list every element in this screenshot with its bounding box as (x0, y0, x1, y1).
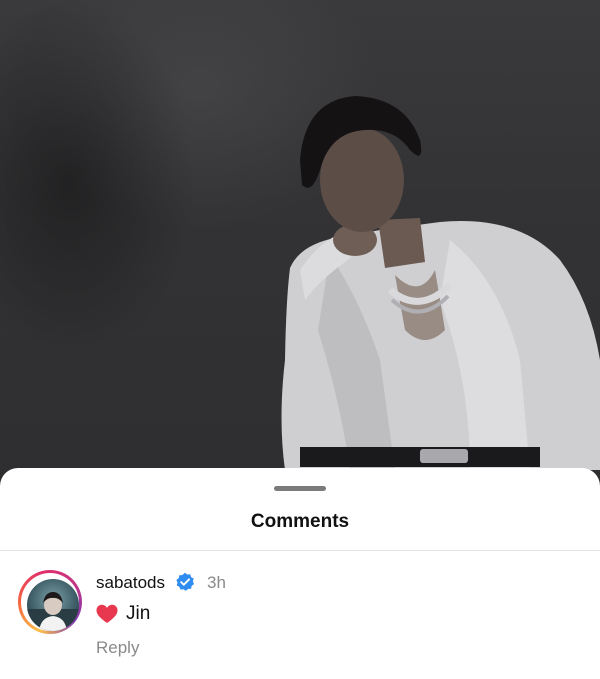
comment-timestamp: 3h (207, 573, 226, 592)
avatar[interactable] (18, 570, 82, 634)
comments-sheet: Comments sabatods 3h Jin Reply (0, 468, 600, 679)
sheet-drag-handle[interactable] (274, 486, 326, 491)
comment-username[interactable]: sabatods (96, 573, 165, 593)
avatar-image (27, 579, 79, 631)
sheet-title: Comments (250, 511, 350, 532)
comment-text: Jin (126, 603, 151, 624)
post-photo (0, 0, 600, 500)
red-heart-icon (96, 604, 118, 623)
divider (0, 550, 600, 551)
reply-button[interactable]: Reply (96, 638, 139, 658)
verified-badge-icon (176, 572, 194, 591)
photo-illustration (281, 96, 600, 470)
